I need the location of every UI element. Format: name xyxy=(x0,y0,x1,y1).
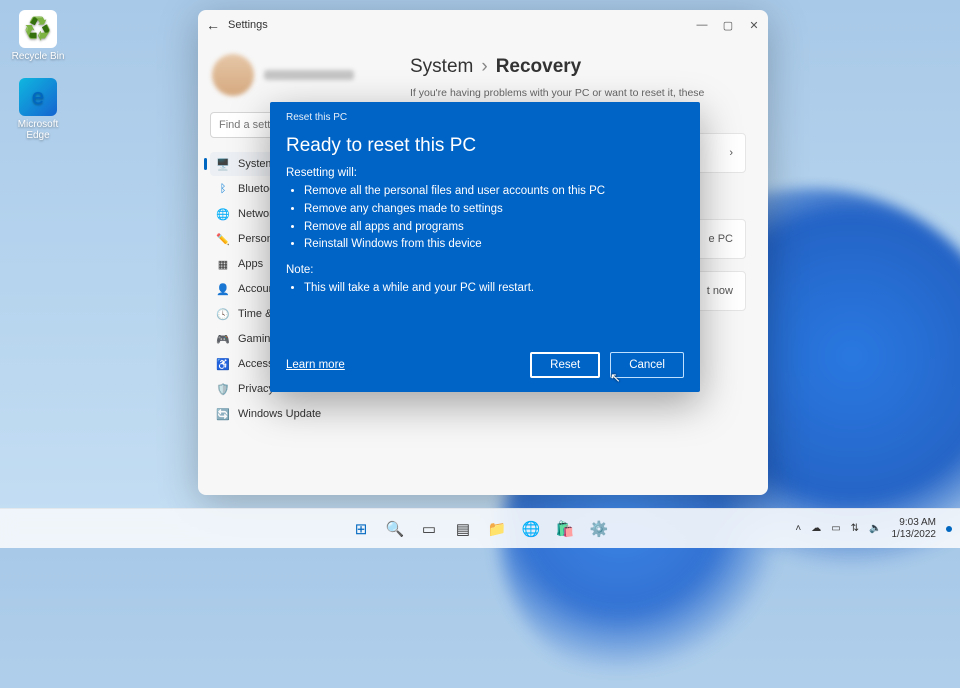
tray-clock[interactable]: 9:03 AM 1/13/2022 xyxy=(892,517,937,540)
taskbar-explorer[interactable]: 📁 xyxy=(484,516,510,542)
dialog-bullets: Remove all the personal files and user a… xyxy=(286,183,684,254)
gaming-icon: 🎮 xyxy=(216,332,230,346)
breadcrumb: System › Recovery xyxy=(410,56,746,78)
window-controls: — ▢ ✕ xyxy=(696,19,760,32)
dialog-lead: Resetting will: xyxy=(286,167,684,179)
desktop-edge[interactable]: e Microsoft Edge xyxy=(8,78,68,141)
taskbar-edge[interactable]: 🌐 xyxy=(518,516,544,542)
profile-block[interactable] xyxy=(210,48,376,106)
profile-name-blur xyxy=(264,70,354,80)
dialog-heading: Ready to reset this PC xyxy=(286,135,684,157)
breadcrumb-system[interactable]: System xyxy=(410,56,473,78)
taskbar-search[interactable]: 🔍 xyxy=(382,516,408,542)
update-icon: 🔄 xyxy=(216,407,230,421)
tray-time: 9:03 AM xyxy=(892,517,937,529)
bullet: Reinstall Windows from this device xyxy=(304,236,684,254)
tray-notifications-icon[interactable] xyxy=(946,526,952,532)
desktop-recycle-bin[interactable]: ♻️ Recycle Bin xyxy=(8,10,68,62)
nav-label: Time & xyxy=(238,308,272,320)
privacy-icon: 🛡️ xyxy=(216,382,230,396)
chevron-right-icon: › xyxy=(481,56,487,78)
chevron-right-icon: › xyxy=(729,147,733,159)
nav-label: Windows Update xyxy=(238,408,321,420)
network-icon: 🌐 xyxy=(216,207,230,221)
taskbar-store[interactable]: 🛍️ xyxy=(552,516,578,542)
tray-date: 1/13/2022 xyxy=(892,529,937,541)
recycle-bin-icon: ♻️ xyxy=(19,10,57,48)
tray-onedrive-icon[interactable]: ☁ xyxy=(811,523,821,534)
start-button[interactable]: ⊞ xyxy=(348,516,374,542)
edge-label: Microsoft Edge xyxy=(8,119,68,141)
dialog-note-bullets: This will take a while and your PC will … xyxy=(286,280,684,298)
titlebar: ← Settings — ▢ ✕ xyxy=(198,10,768,40)
note-bullet: This will take a while and your PC will … xyxy=(304,280,684,298)
apps-icon: ▦ xyxy=(216,257,230,271)
accounts-icon: 👤 xyxy=(216,282,230,296)
reset-button[interactable]: Reset xyxy=(530,352,600,378)
dialog-note-label: Note: xyxy=(286,264,684,276)
learn-more-link[interactable]: Learn more xyxy=(286,359,345,371)
maximize-button[interactable]: ▢ xyxy=(722,19,734,32)
avatar xyxy=(212,54,254,96)
window-title: Settings xyxy=(228,19,268,31)
tray-chevron-icon[interactable]: ˄ xyxy=(795,523,801,534)
nav-windows-update[interactable]: 🔄 Windows Update xyxy=(210,402,376,426)
taskbar: ⊞ 🔍 ▭ ▤ 📁 🌐 🛍️ ⚙️ ˄ ☁ ▭ ⇅ 🔈 9:03 AM 1/13… xyxy=(0,508,960,548)
personalization-icon: ✏️ xyxy=(216,232,230,246)
recycle-bin-label: Recycle Bin xyxy=(8,51,68,62)
breadcrumb-recovery: Recovery xyxy=(496,56,582,78)
card2-text: e PC xyxy=(709,233,733,245)
taskbar-center: ⊞ 🔍 ▭ ▤ 📁 🌐 🛍️ ⚙️ xyxy=(348,516,612,542)
back-button[interactable]: ← xyxy=(206,17,220,33)
nav-label: Privacy xyxy=(238,383,274,395)
bluetooth-icon: ᛒ xyxy=(216,182,230,196)
taskbar-widgets[interactable]: ▤ xyxy=(450,516,476,542)
mouse-cursor: ↖ xyxy=(610,370,621,386)
edge-icon: e xyxy=(19,78,57,116)
minimize-button[interactable]: — xyxy=(696,19,708,32)
system-tray: ˄ ☁ ▭ ⇅ 🔈 9:03 AM 1/13/2022 xyxy=(795,517,960,540)
close-button[interactable]: ✕ xyxy=(748,19,760,32)
nav-label: Apps xyxy=(238,258,263,270)
time-icon: 🕓 xyxy=(216,307,230,321)
system-icon: 🖥️ xyxy=(216,157,230,171)
cancel-button[interactable]: Cancel xyxy=(610,352,684,378)
taskbar-settings[interactable]: ⚙️ xyxy=(586,516,612,542)
taskbar-taskview[interactable]: ▭ xyxy=(416,516,442,542)
reset-pc-dialog: Reset this PC Ready to reset this PC Res… xyxy=(270,102,700,392)
bullet: Remove any changes made to settings xyxy=(304,201,684,219)
bullet: Remove all the personal files and user a… xyxy=(304,183,684,201)
tray-volume-icon[interactable]: 🔈 xyxy=(869,523,881,534)
dialog-small-title: Reset this PC xyxy=(286,112,684,123)
tray-battery-icon[interactable]: ▭ xyxy=(831,523,840,534)
tray-wifi-icon[interactable]: ⇅ xyxy=(851,523,859,534)
bullet: Remove all apps and programs xyxy=(304,219,684,237)
accessibility-icon: ♿ xyxy=(216,357,230,371)
card3-text: t now xyxy=(707,285,733,297)
